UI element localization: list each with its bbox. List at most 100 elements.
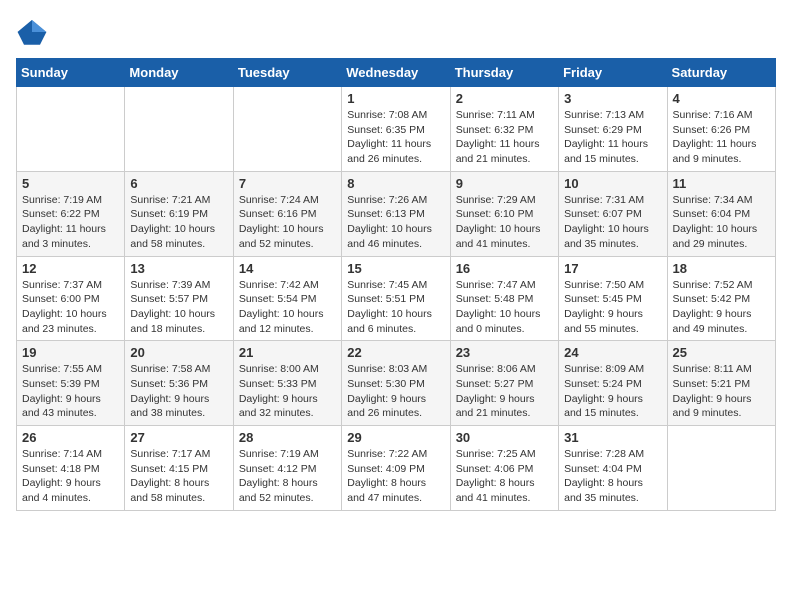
day-detail: Sunrise: 8:11 AM Sunset: 5:21 PM Dayligh… <box>673 362 770 421</box>
day-detail: Sunrise: 7:39 AM Sunset: 5:57 PM Dayligh… <box>130 278 227 337</box>
day-detail: Sunrise: 8:06 AM Sunset: 5:27 PM Dayligh… <box>456 362 553 421</box>
day-cell: 12Sunrise: 7:37 AM Sunset: 6:00 PM Dayli… <box>17 256 125 341</box>
week-row-5: 26 Sunrise: 7:14 AM Sunset: 4:18 PM Dayli… <box>17 426 776 511</box>
day-cell: 26 Sunrise: 7:14 AM Sunset: 4:18 PM Dayli… <box>17 426 125 511</box>
day-cell: 7 Sunrise: 7:24 AM Sunset: 6:16 PM Daylig… <box>233 171 341 256</box>
day-cell: 20Sunrise: 7:58 AM Sunset: 5:36 PM Dayli… <box>125 341 233 426</box>
day-detail: Sunrise: 7:28 AM Sunset: 4:04 PM Dayligh… <box>564 447 661 506</box>
day-number: 5 <box>22 176 119 191</box>
day-number: 6 <box>130 176 227 191</box>
col-header-thursday: Thursday <box>450 59 558 87</box>
day-cell: 6Sunrise: 7:21 AM Sunset: 6:19 PM Daylig… <box>125 171 233 256</box>
day-cell <box>125 87 233 172</box>
day-cell <box>233 87 341 172</box>
day-cell: 11Sunrise: 7:34 AM Sunset: 6:04 PM Dayli… <box>667 171 775 256</box>
day-detail: Sunrise: 7:52 AM Sunset: 5:42 PM Dayligh… <box>673 278 770 337</box>
col-header-tuesday: Tuesday <box>233 59 341 87</box>
day-detail: Sunrise: 7:42 AM Sunset: 5:54 PM Dayligh… <box>239 278 336 337</box>
day-number: 13 <box>130 261 227 276</box>
day-number: 3 <box>564 91 661 106</box>
day-number: 2 <box>456 91 553 106</box>
day-cell: 3 Sunrise: 7:13 AM Sunset: 6:29 PM Daylig… <box>559 87 667 172</box>
day-cell: 23 Sunrise: 8:06 AM Sunset: 5:27 PM Dayli… <box>450 341 558 426</box>
col-header-saturday: Saturday <box>667 59 775 87</box>
logo <box>16 16 52 48</box>
day-cell: 21 Sunrise: 8:00 AM Sunset: 5:33 PM Dayli… <box>233 341 341 426</box>
day-cell: 13 Sunrise: 7:39 AM Sunset: 5:57 PM Dayli… <box>125 256 233 341</box>
day-number: 22 <box>347 345 444 360</box>
day-cell: 4 Sunrise: 7:16 AM Sunset: 6:26 PM Daylig… <box>667 87 775 172</box>
day-cell <box>667 426 775 511</box>
day-detail: Sunrise: 7:31 AM Sunset: 6:07 PM Dayligh… <box>564 193 661 252</box>
day-number: 19 <box>22 345 119 360</box>
day-number: 15 <box>347 261 444 276</box>
day-cell: 28Sunrise: 7:19 AM Sunset: 4:12 PM Dayli… <box>233 426 341 511</box>
day-cell: 19 Sunrise: 7:55 AM Sunset: 5:39 PM Dayli… <box>17 341 125 426</box>
day-cell <box>17 87 125 172</box>
day-number: 7 <box>239 176 336 191</box>
day-number: 21 <box>239 345 336 360</box>
day-number: 20 <box>130 345 227 360</box>
day-cell: 25 Sunrise: 8:11 AM Sunset: 5:21 PM Dayli… <box>667 341 775 426</box>
day-number: 26 <box>22 430 119 445</box>
day-cell: 18 Sunrise: 7:52 AM Sunset: 5:42 PM Dayli… <box>667 256 775 341</box>
week-row-2: 5 Sunrise: 7:19 AM Sunset: 6:22 PM Daylig… <box>17 171 776 256</box>
col-header-monday: Monday <box>125 59 233 87</box>
day-number: 28 <box>239 430 336 445</box>
day-cell: 17 Sunrise: 7:50 AM Sunset: 5:45 PM Dayli… <box>559 256 667 341</box>
day-cell: 10 Sunrise: 7:31 AM Sunset: 6:07 PM Dayli… <box>559 171 667 256</box>
day-cell: 2Sunrise: 7:11 AM Sunset: 6:32 PM Daylig… <box>450 87 558 172</box>
day-cell: 16 Sunrise: 7:47 AM Sunset: 5:48 PM Dayli… <box>450 256 558 341</box>
day-number: 16 <box>456 261 553 276</box>
day-detail: Sunrise: 7:08 AM Sunset: 6:35 PM Dayligh… <box>347 108 444 167</box>
day-detail: Sunrise: 7:17 AM Sunset: 4:15 PM Dayligh… <box>130 447 227 506</box>
day-cell: 1Sunrise: 7:08 AM Sunset: 6:35 PM Daylig… <box>342 87 450 172</box>
day-number: 14 <box>239 261 336 276</box>
day-number: 9 <box>456 176 553 191</box>
day-number: 29 <box>347 430 444 445</box>
day-cell: 5 Sunrise: 7:19 AM Sunset: 6:22 PM Daylig… <box>17 171 125 256</box>
day-detail: Sunrise: 7:24 AM Sunset: 6:16 PM Dayligh… <box>239 193 336 252</box>
day-detail: Sunrise: 7:55 AM Sunset: 5:39 PM Dayligh… <box>22 362 119 421</box>
day-detail: Sunrise: 7:13 AM Sunset: 6:29 PM Dayligh… <box>564 108 661 167</box>
day-detail: Sunrise: 8:00 AM Sunset: 5:33 PM Dayligh… <box>239 362 336 421</box>
header-row: SundayMondayTuesdayWednesdayThursdayFrid… <box>17 59 776 87</box>
day-number: 24 <box>564 345 661 360</box>
day-detail: Sunrise: 7:45 AM Sunset: 5:51 PM Dayligh… <box>347 278 444 337</box>
day-detail: Sunrise: 8:03 AM Sunset: 5:30 PM Dayligh… <box>347 362 444 421</box>
day-number: 4 <box>673 91 770 106</box>
day-number: 18 <box>673 261 770 276</box>
page-header <box>16 16 776 48</box>
day-number: 17 <box>564 261 661 276</box>
day-cell: 30 Sunrise: 7:25 AM Sunset: 4:06 PM Dayli… <box>450 426 558 511</box>
day-detail: Sunrise: 7:50 AM Sunset: 5:45 PM Dayligh… <box>564 278 661 337</box>
day-cell: 27 Sunrise: 7:17 AM Sunset: 4:15 PM Dayli… <box>125 426 233 511</box>
day-detail: Sunrise: 7:47 AM Sunset: 5:48 PM Dayligh… <box>456 278 553 337</box>
day-number: 23 <box>456 345 553 360</box>
calendar-table: SundayMondayTuesdayWednesdayThursdayFrid… <box>16 58 776 511</box>
week-row-4: 19 Sunrise: 7:55 AM Sunset: 5:39 PM Dayli… <box>17 341 776 426</box>
day-number: 30 <box>456 430 553 445</box>
day-detail: Sunrise: 7:26 AM Sunset: 6:13 PM Dayligh… <box>347 193 444 252</box>
day-detail: Sunrise: 8:09 AM Sunset: 5:24 PM Dayligh… <box>564 362 661 421</box>
col-header-wednesday: Wednesday <box>342 59 450 87</box>
logo-icon <box>16 16 48 48</box>
day-detail: Sunrise: 7:25 AM Sunset: 4:06 PM Dayligh… <box>456 447 553 506</box>
day-cell: 22 Sunrise: 8:03 AM Sunset: 5:30 PM Dayli… <box>342 341 450 426</box>
day-cell: 29Sunrise: 7:22 AM Sunset: 4:09 PM Dayli… <box>342 426 450 511</box>
day-cell: 15 Sunrise: 7:45 AM Sunset: 5:51 PM Dayli… <box>342 256 450 341</box>
day-number: 10 <box>564 176 661 191</box>
day-cell: 31Sunrise: 7:28 AM Sunset: 4:04 PM Dayli… <box>559 426 667 511</box>
week-row-3: 12Sunrise: 7:37 AM Sunset: 6:00 PM Dayli… <box>17 256 776 341</box>
day-detail: Sunrise: 7:19 AM Sunset: 6:22 PM Dayligh… <box>22 193 119 252</box>
day-cell: 8 Sunrise: 7:26 AM Sunset: 6:13 PM Daylig… <box>342 171 450 256</box>
day-detail: Sunrise: 7:29 AM Sunset: 6:10 PM Dayligh… <box>456 193 553 252</box>
day-number: 12 <box>22 261 119 276</box>
day-detail: Sunrise: 7:16 AM Sunset: 6:26 PM Dayligh… <box>673 108 770 167</box>
day-detail: Sunrise: 7:14 AM Sunset: 4:18 PM Dayligh… <box>22 447 119 506</box>
day-number: 25 <box>673 345 770 360</box>
col-header-sunday: Sunday <box>17 59 125 87</box>
day-number: 27 <box>130 430 227 445</box>
day-number: 8 <box>347 176 444 191</box>
day-detail: Sunrise: 7:34 AM Sunset: 6:04 PM Dayligh… <box>673 193 770 252</box>
